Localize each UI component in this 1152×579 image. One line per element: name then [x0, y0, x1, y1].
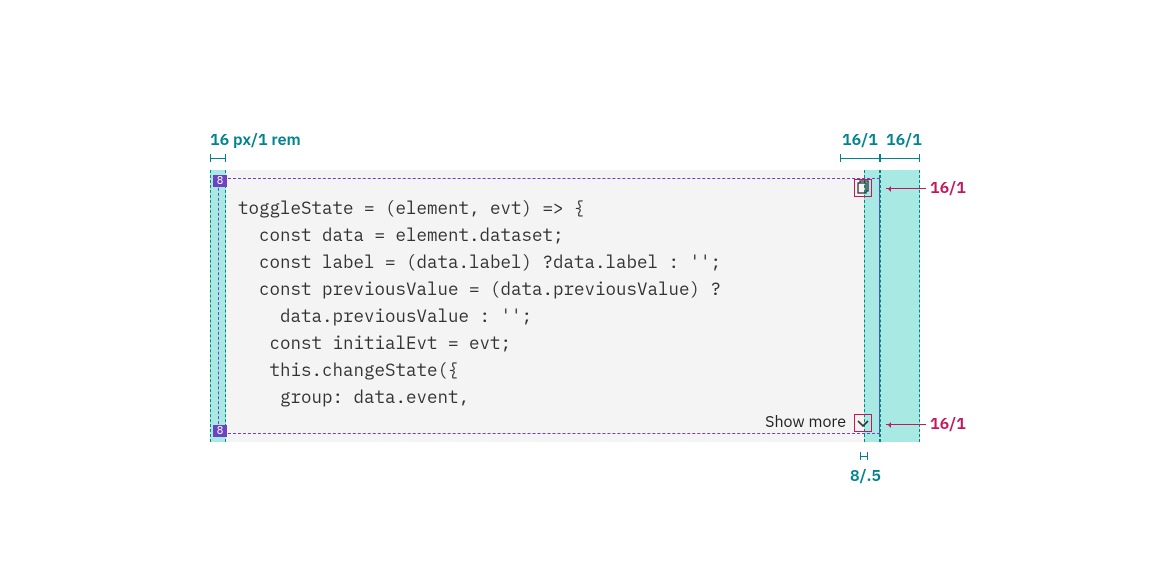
- code-line: const label = (data.label) ?data.label :…: [238, 250, 721, 273]
- code-line: const initialEvt = evt;: [238, 331, 511, 354]
- code-line: toggleState = (element, evt) => {: [238, 196, 585, 219]
- dim-top-r2-label: 16/1: [886, 130, 922, 150]
- dim-top-r2-bracket: [880, 154, 920, 162]
- copy-button[interactable]: [854, 179, 872, 197]
- code-snippet-container: 8 8 toggleState = (element, evt) => { co…: [210, 170, 920, 442]
- dim-bottom-bracket: [860, 452, 868, 460]
- code-block: toggleState = (element, evt) => { const …: [238, 194, 721, 410]
- code-line: const data = element.dataset;: [238, 223, 564, 246]
- dim-left-bracket: [210, 154, 226, 162]
- code-line: const previousValue = (data.previousValu…: [238, 277, 721, 300]
- padding-guide-outer-right: [880, 170, 920, 442]
- show-more-toggle[interactable]: [854, 414, 872, 432]
- leader-chevron-icon: [886, 424, 926, 425]
- dim-bottom-label: 8/.5: [850, 466, 881, 486]
- code-line: this.changeState({: [238, 358, 459, 381]
- show-more-label[interactable]: Show more: [765, 412, 846, 432]
- spec-canvas: 16 px/1 rem 16/1 16/1 8 8 toggleState = …: [0, 0, 1152, 579]
- dim-copy-label: 16/1: [930, 178, 966, 198]
- leader-copy-icon: [886, 188, 926, 189]
- dim-left-label: 16 px/1 rem: [210, 130, 301, 150]
- code-line: data.previousValue : '';: [238, 304, 532, 327]
- dim-chev-label: 16/1: [930, 414, 966, 434]
- dim-top-r1-bracket: [840, 154, 880, 162]
- copy-icon: [855, 180, 871, 196]
- padding-guide-left: [210, 170, 226, 442]
- code-line: group: data.event,: [238, 385, 469, 408]
- padding-guide-inner-right: [864, 170, 880, 442]
- dim-top-r1-label: 16/1: [842, 130, 878, 150]
- chevron-down-icon: [855, 415, 871, 431]
